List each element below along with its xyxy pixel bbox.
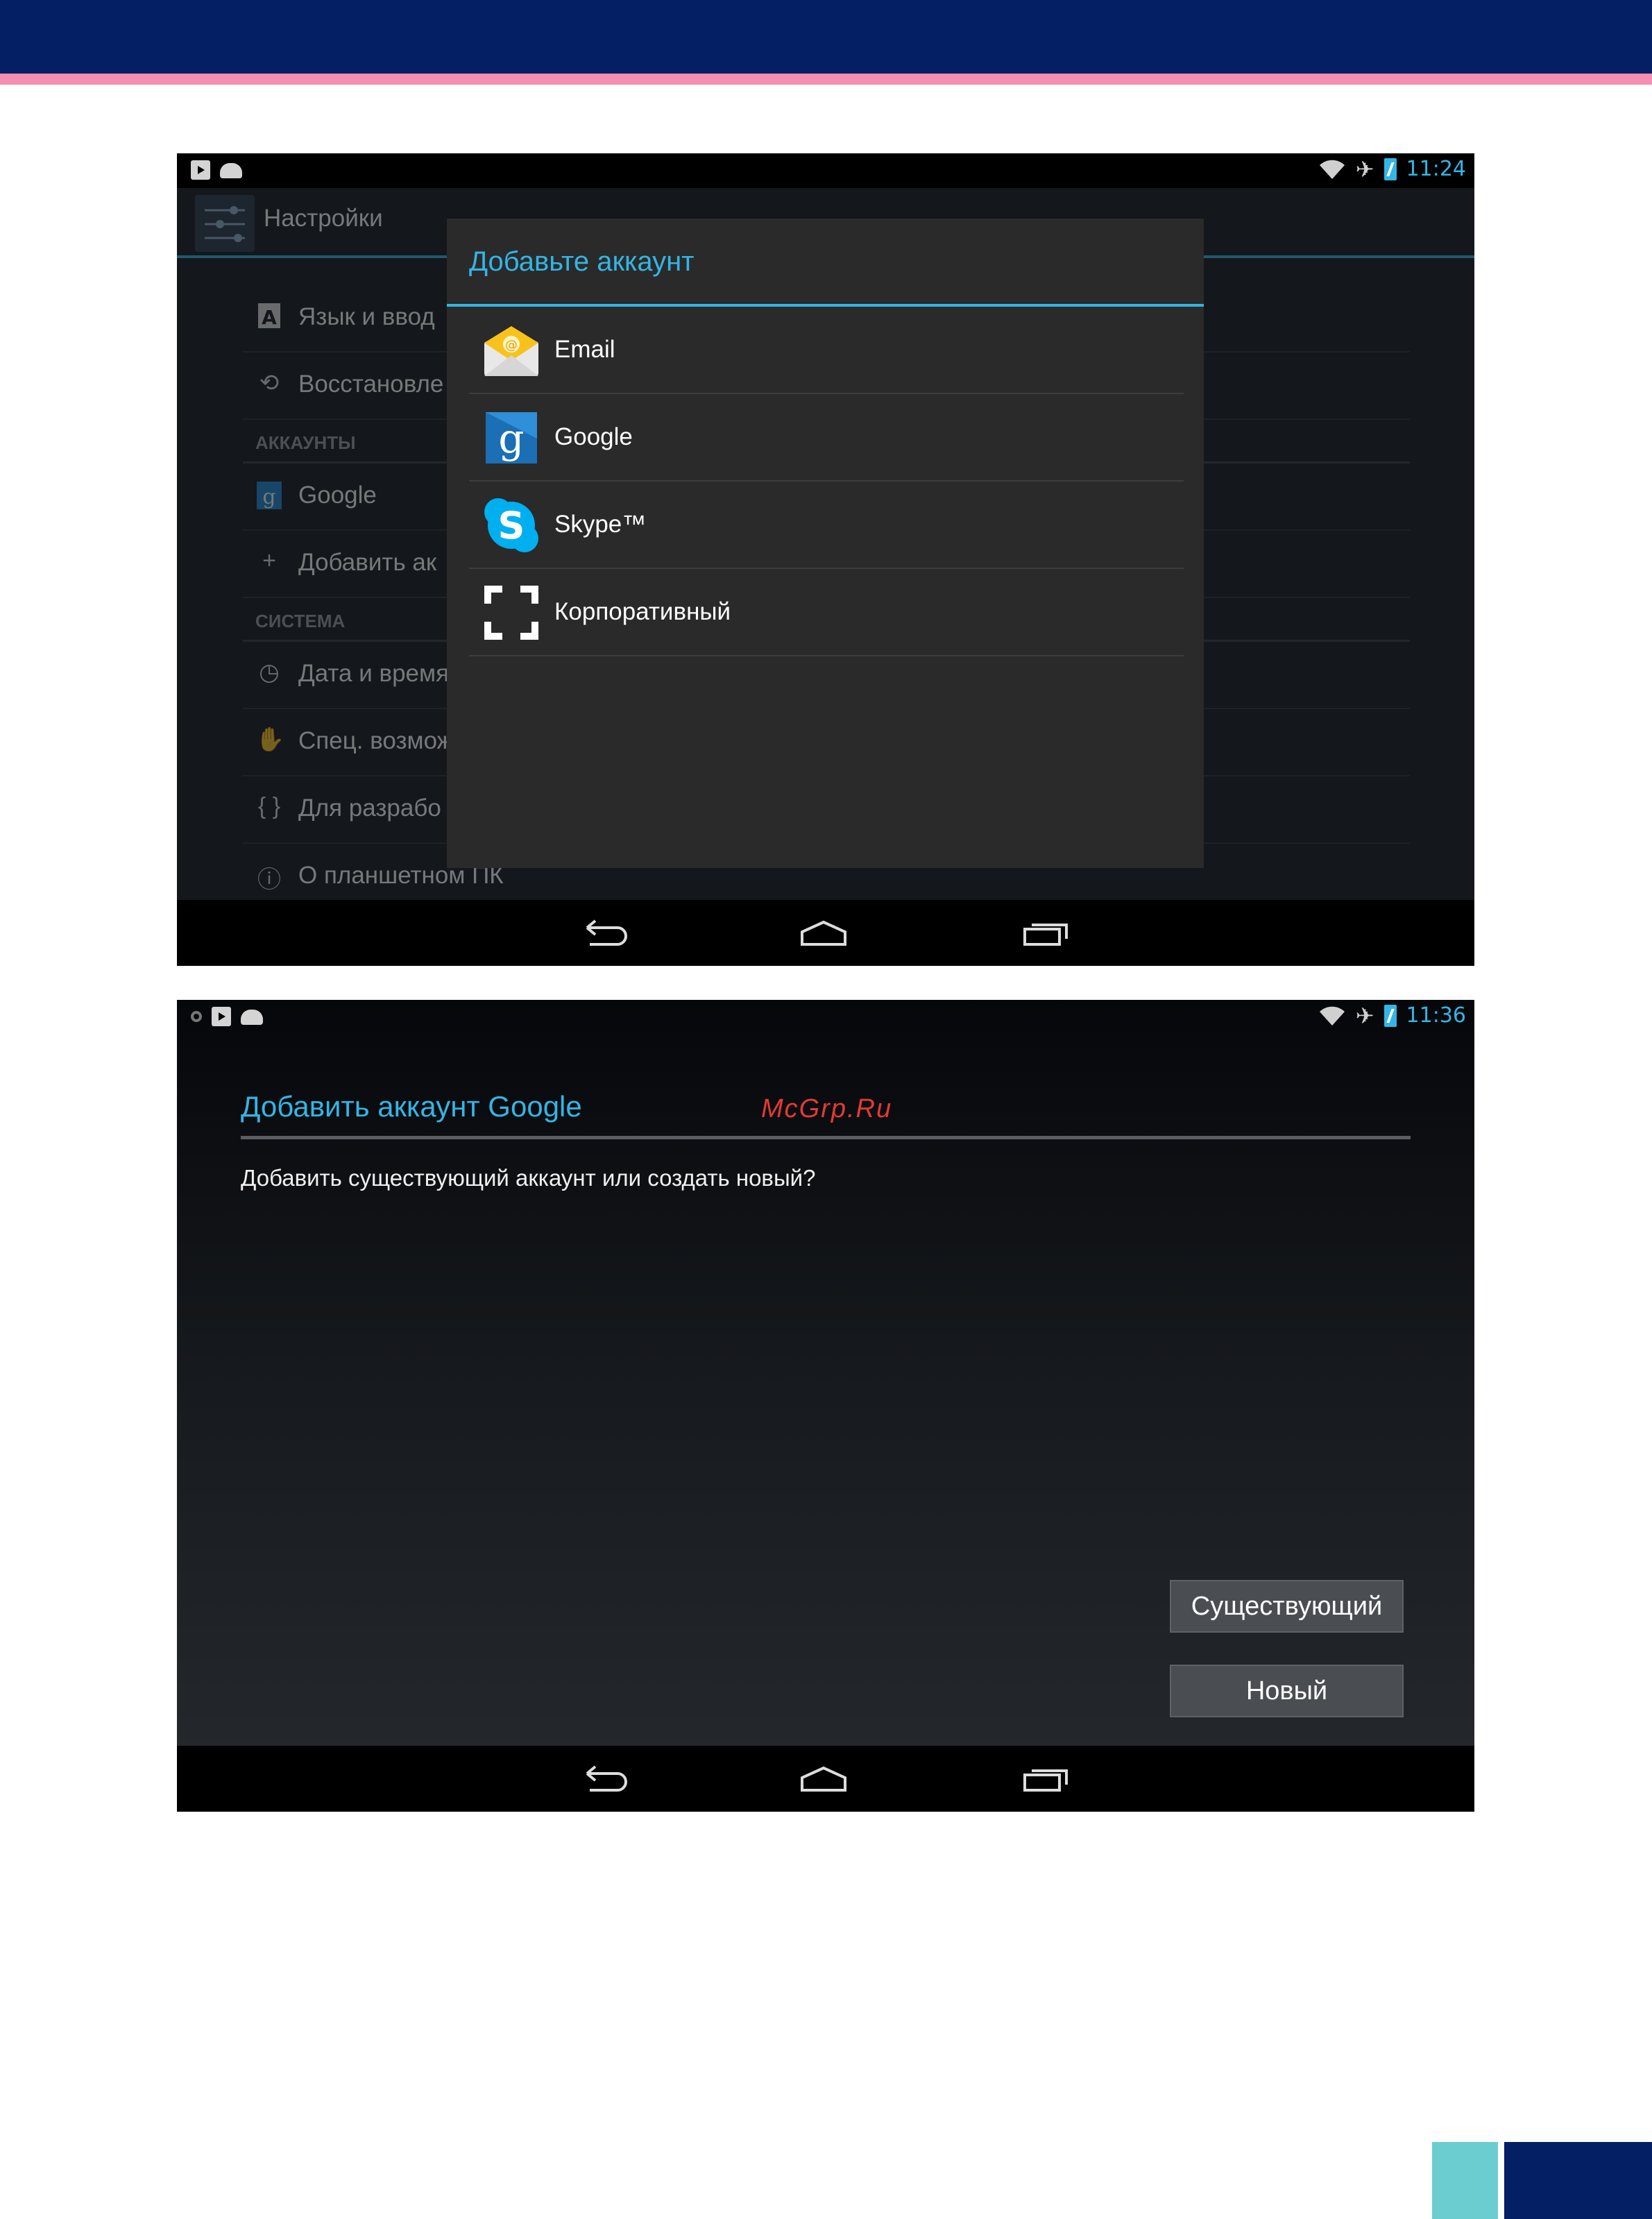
android-icon bbox=[241, 1010, 263, 1025]
clock-icon: ◷ bbox=[259, 659, 280, 686]
google-icon: g bbox=[255, 480, 283, 511]
recent-apps-icon[interactable] bbox=[1022, 1765, 1071, 1793]
prompt-text: Добавить существующий аккаунт или создат… bbox=[241, 1165, 816, 1191]
back-icon[interactable] bbox=[583, 1765, 631, 1793]
new-account-button[interactable]: Новый bbox=[1170, 1665, 1404, 1717]
back-icon[interactable] bbox=[583, 919, 631, 947]
info-icon: ⓘ bbox=[257, 867, 281, 893]
play-store-icon bbox=[191, 160, 210, 180]
wifi-icon bbox=[1319, 160, 1345, 179]
watermark: McGrp.Ru bbox=[761, 1094, 893, 1123]
account-type-email[interactable]: @ Email bbox=[469, 307, 1184, 394]
home-icon[interactable] bbox=[799, 1765, 848, 1793]
airplane-mode-icon: ✈ bbox=[1355, 155, 1374, 182]
corner-decoration-navy bbox=[1504, 2142, 1652, 2219]
plus-icon: + bbox=[262, 547, 276, 574]
svg-text:S: S bbox=[498, 504, 525, 547]
account-type-corporate[interactable]: Корпоративный bbox=[469, 569, 1184, 656]
svg-text:A: A bbox=[262, 306, 277, 329]
navigation-bar bbox=[177, 900, 1474, 966]
screenshot-add-google-account: ✈ 11:36 Добавить аккаунт Google McGrp.Ru… bbox=[177, 1000, 1474, 1812]
restore-icon: ⟲ bbox=[259, 370, 280, 396]
android-icon bbox=[220, 163, 242, 178]
recent-apps-icon[interactable] bbox=[1022, 919, 1071, 947]
battery-icon bbox=[1383, 1004, 1397, 1027]
battery-icon bbox=[1383, 158, 1397, 180]
settings-app-icon[interactable] bbox=[195, 195, 255, 252]
account-type-skype[interactable]: S Skype™ bbox=[469, 482, 1184, 569]
dialog-title: Добавьте аккаунт bbox=[469, 246, 695, 277]
settings-title: Настройки bbox=[264, 205, 383, 232]
document-header-bar bbox=[0, 0, 1652, 74]
existing-account-button[interactable]: Существующий bbox=[1170, 1580, 1404, 1633]
braces-icon: { } bbox=[257, 793, 281, 819]
page-title: Добавить аккаунт Google bbox=[241, 1090, 582, 1123]
corner-decoration-teal bbox=[1432, 2142, 1498, 2219]
status-bar: ✈ 11:36 bbox=[177, 1000, 1474, 1035]
svg-text:@: @ bbox=[505, 338, 518, 352]
skype-icon: S bbox=[484, 498, 538, 552]
header-stripe bbox=[0, 74, 1652, 85]
status-bar: ✈ 11:24 bbox=[177, 153, 1474, 188]
hand-icon: ✋ bbox=[255, 726, 285, 753]
language-icon: A bbox=[255, 302, 283, 332]
account-type-list: @ Email g Google S Skype™ Корпоративный bbox=[469, 307, 1184, 656]
account-type-google[interactable]: g Google bbox=[469, 394, 1184, 482]
play-store-icon bbox=[212, 1007, 231, 1026]
title-divider bbox=[241, 1136, 1411, 1139]
status-time: 11:36 bbox=[1406, 1003, 1466, 1028]
email-icon: @ bbox=[484, 326, 538, 376]
airplane-mode-icon: ✈ bbox=[1355, 1002, 1374, 1029]
add-account-dialog: Добавьте аккаунт @ Email g Google S Skyp… bbox=[447, 219, 1204, 868]
screenshot-add-account: ✈ 11:24 Настройки A Язык и ввод ⟲ Восста… bbox=[177, 153, 1474, 966]
svg-text:g: g bbox=[498, 415, 524, 462]
sync-icon bbox=[191, 1011, 202, 1022]
wifi-icon bbox=[1319, 1006, 1345, 1026]
status-time: 11:24 bbox=[1406, 157, 1466, 181]
google-icon: g bbox=[486, 412, 537, 464]
navigation-bar bbox=[177, 1746, 1474, 1812]
svg-text:g: g bbox=[262, 485, 275, 509]
corporate-icon bbox=[484, 586, 538, 640]
home-icon[interactable] bbox=[799, 919, 848, 947]
